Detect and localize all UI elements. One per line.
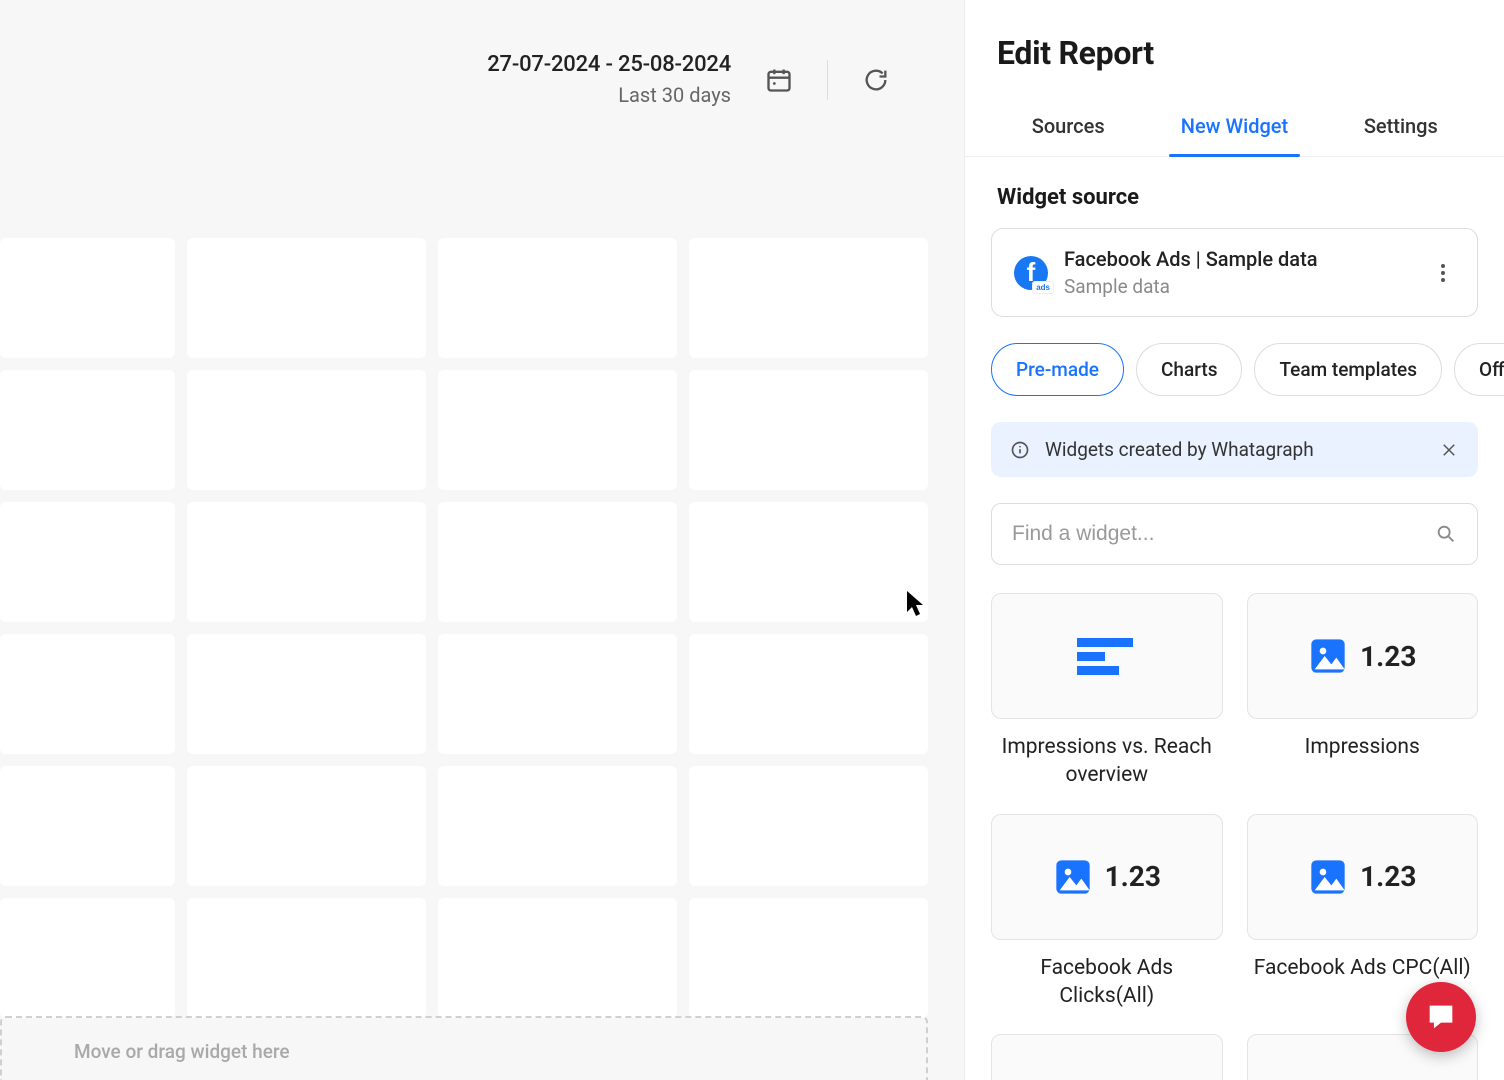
grid-cell — [689, 370, 928, 490]
tab-new-widget[interactable]: New Widget — [1151, 96, 1317, 156]
grid-cell — [689, 766, 928, 886]
canvas-header: 27-07-2024 - 25-08-2024 Last 30 days — [0, 0, 964, 210]
grid-cell — [689, 634, 928, 754]
grid-cell — [438, 898, 677, 1018]
image-icon — [1308, 636, 1348, 676]
source-texts: Facebook Ads | Sample data Sample data — [1064, 247, 1415, 298]
source-title: Facebook Ads | Sample data — [1064, 247, 1415, 271]
widget-thumb-value: 1.23 — [1360, 640, 1416, 673]
grid-cell — [187, 502, 426, 622]
source-card[interactable]: f Facebook Ads | Sample data Sample data — [991, 228, 1478, 317]
pill-premade[interactable]: Pre-made — [991, 343, 1124, 396]
widget-label: Impressions — [1305, 733, 1420, 761]
chat-icon — [1424, 1000, 1458, 1034]
image-icon — [1308, 857, 1348, 897]
widget-fb-ads-cpc[interactable]: 1.23 Facebook Ads CPC(All) — [1247, 814, 1479, 1011]
date-range-sub: Last 30 days — [487, 83, 731, 107]
widget-item-more[interactable] — [991, 1034, 1223, 1080]
widget-thumb: 1.23 — [1247, 593, 1479, 719]
grid-cell — [0, 898, 175, 1018]
grid-cell — [438, 238, 677, 358]
close-icon — [1440, 441, 1458, 459]
date-range-block: 27-07-2024 - 25-08-2024 Last 30 days — [487, 52, 890, 107]
info-banner: Widgets created by Whatagraph — [991, 422, 1478, 477]
widget-thumb-value: 1.23 — [1105, 860, 1161, 893]
search-icon — [1435, 523, 1457, 545]
pill-charts[interactable]: Charts — [1136, 343, 1243, 396]
placeholder-grid — [0, 238, 928, 1080]
widget-search-input[interactable] — [1012, 522, 1421, 546]
widget-label: Facebook Ads CPC(All) — [1254, 954, 1471, 982]
tab-settings[interactable]: Settings — [1318, 96, 1484, 156]
grid-cell — [0, 238, 175, 358]
grid-cell — [187, 370, 426, 490]
calendar-button[interactable] — [765, 66, 793, 94]
app-root: 27-07-2024 - 25-08-2024 Last 30 days — [0, 0, 1504, 1080]
widget-thumb-value: 1.23 — [1360, 860, 1416, 893]
widget-fb-ads-clicks[interactable]: 1.23 Facebook Ads Clicks(All) — [991, 814, 1223, 1011]
grid-cell — [0, 766, 175, 886]
bar-chart-icon — [1077, 634, 1137, 678]
info-banner-close[interactable] — [1438, 439, 1460, 461]
grid-cell — [0, 634, 175, 754]
widget-label: Facebook Ads Clicks(All) — [991, 954, 1223, 1011]
tab-sources[interactable]: Sources — [985, 96, 1151, 156]
grid-cell — [187, 238, 426, 358]
widget-thumb: 1.23 — [991, 814, 1223, 940]
facebook-ads-icon: f — [1014, 256, 1048, 290]
widget-filter-pills: Pre-made Charts Team templates Offline — [965, 317, 1504, 396]
widget-impressions-vs-reach[interactable]: Impressions vs. Reach overview — [991, 593, 1223, 790]
grid-cell — [0, 502, 175, 622]
widget-thumb — [991, 593, 1223, 719]
grid-cell — [187, 766, 426, 886]
widget-search[interactable] — [991, 503, 1478, 565]
info-banner-text: Widgets created by Whatagraph — [1045, 438, 1314, 461]
source-more-button[interactable] — [1431, 261, 1455, 285]
grid-cell — [689, 898, 928, 1018]
refresh-button[interactable] — [862, 66, 890, 94]
widget-label: Impressions vs. Reach overview — [991, 733, 1223, 790]
widget-thumb — [991, 1034, 1223, 1080]
pill-offline[interactable]: Offline — [1454, 343, 1504, 396]
source-subtitle: Sample data — [1064, 275, 1415, 298]
grid-cell — [438, 370, 677, 490]
grid-cell — [187, 898, 426, 1018]
widget-thumb: 1.23 — [1247, 814, 1479, 940]
grid-cell — [689, 502, 928, 622]
pill-team-templates[interactable]: Team templates — [1254, 343, 1442, 396]
edit-report-panel: Edit Report Sources New Widget Settings … — [964, 0, 1504, 1080]
refresh-icon — [862, 66, 890, 94]
date-range-text: 27-07-2024 - 25-08-2024 Last 30 days — [487, 52, 731, 107]
widget-impressions[interactable]: 1.23 Impressions — [1247, 593, 1479, 790]
chat-launcher[interactable] — [1406, 982, 1476, 1052]
grid-cell — [438, 634, 677, 754]
drop-zone-label: Move or drag widget here — [74, 1040, 290, 1063]
image-icon — [1053, 857, 1093, 897]
grid-cell — [187, 634, 426, 754]
grid-cell — [689, 238, 928, 358]
panel-tabs: Sources New Widget Settings — [965, 96, 1504, 157]
grid-cell — [438, 502, 677, 622]
drop-zone[interactable]: Move or drag widget here — [0, 1016, 928, 1080]
panel-title: Edit Report — [965, 34, 1504, 96]
grid-cell — [438, 766, 677, 886]
canvas-body: Move or drag widget here — [0, 210, 964, 1080]
info-icon — [1009, 439, 1031, 461]
widget-source-label: Widget source — [965, 157, 1504, 228]
date-range-value: 27-07-2024 - 25-08-2024 — [487, 52, 731, 77]
report-canvas: 27-07-2024 - 25-08-2024 Last 30 days — [0, 0, 964, 1080]
calendar-icon — [765, 66, 793, 94]
vertical-divider — [827, 60, 828, 100]
grid-cell — [0, 370, 175, 490]
